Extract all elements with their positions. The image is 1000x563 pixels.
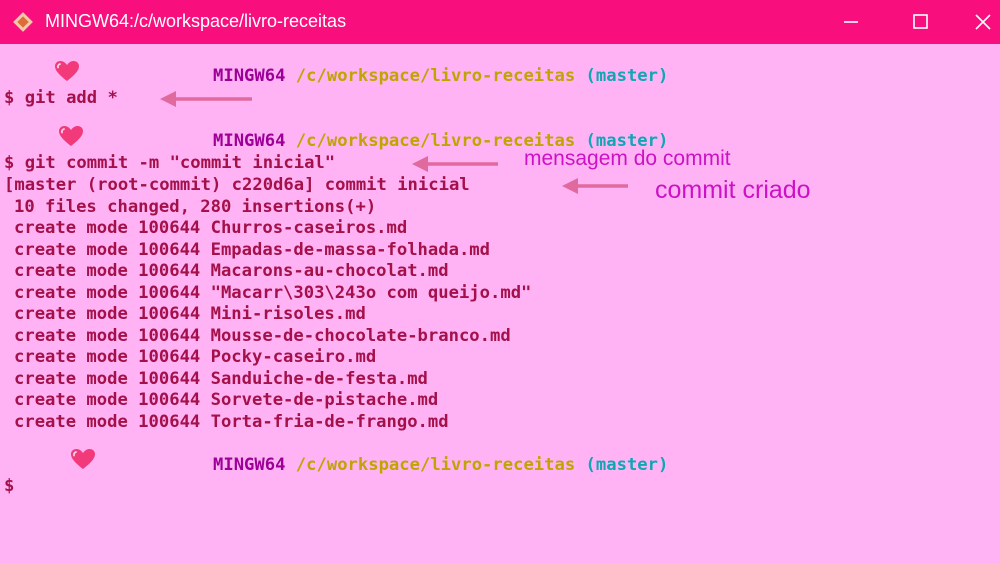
input-prompt[interactable]: $ — [4, 476, 14, 496]
arrow-icon — [160, 91, 252, 107]
window-title: MINGW64:/c/workspace/livro-receitas — [45, 11, 347, 31]
close-icon — [975, 14, 991, 30]
prompt-branch: (master) — [585, 455, 669, 475]
git-bash-icon — [13, 12, 33, 32]
create-mode-line: create mode 100644 Churros-caseiros.md — [14, 218, 408, 238]
terminal-output[interactable]: MINGW64 /c/workspace/livro-receitas (mas… — [0, 44, 1000, 563]
create-mode-line: create mode 100644 Mini-risoles.md — [14, 304, 366, 324]
create-mode-line: create mode 100644 Empadas-de-massa-folh… — [14, 240, 490, 260]
create-mode-line: create mode 100644 Sanduiche-de-festa.md — [14, 369, 428, 389]
prompt-user: MINGW64 — [213, 455, 286, 475]
heart-icon — [58, 125, 84, 147]
command-git-commit: $ git commit -m "commit inicial" — [4, 153, 336, 173]
prompt-user: MINGW64 — [213, 66, 286, 86]
heart-icon — [54, 60, 80, 82]
minimize-button[interactable] — [836, 8, 866, 36]
maximize-button[interactable] — [906, 8, 936, 36]
prompt-user: MINGW64 — [213, 131, 286, 151]
create-mode-line: create mode 100644 "Macarr\303\243o com … — [14, 283, 532, 303]
prompt-branch: (master) — [585, 66, 669, 86]
minimize-icon — [844, 21, 858, 23]
create-mode-line: create mode 100644 Macarons-au-chocolat.… — [14, 261, 449, 281]
commit-summary: 10 files changed, 280 insertions(+) — [14, 197, 377, 217]
commit-result: [master (root-commit) c220d6a] commit in… — [4, 175, 470, 195]
annotation-commit-created: commit criado — [655, 176, 811, 204]
annotation-commit-message: mensagem do commit — [524, 147, 731, 170]
prompt-line: MINGW64 /c/workspace/livro-receitas (mas… — [213, 66, 668, 86]
arrow-icon — [562, 178, 628, 194]
maximize-icon — [913, 14, 928, 29]
title-bar[interactable]: MINGW64:/c/workspace/livro-receitas — [0, 0, 1000, 44]
prompt-path: /c/workspace/livro-receitas — [295, 66, 576, 86]
arrow-icon — [412, 156, 498, 172]
heart-icon — [70, 448, 96, 470]
close-button[interactable] — [968, 8, 998, 36]
prompt-line: MINGW64 /c/workspace/livro-receitas (mas… — [213, 455, 668, 475]
create-mode-line: create mode 100644 Mousse-de-chocolate-b… — [14, 326, 511, 346]
create-mode-line: create mode 100644 Pocky-caseiro.md — [14, 347, 377, 367]
create-mode-line: create mode 100644 Torta-fria-de-frango.… — [14, 412, 449, 432]
prompt-path: /c/workspace/livro-receitas — [295, 455, 576, 475]
command-git-add: $ git add * — [4, 88, 118, 108]
create-mode-line: create mode 100644 Sorvete-de-pistache.m… — [14, 390, 439, 410]
